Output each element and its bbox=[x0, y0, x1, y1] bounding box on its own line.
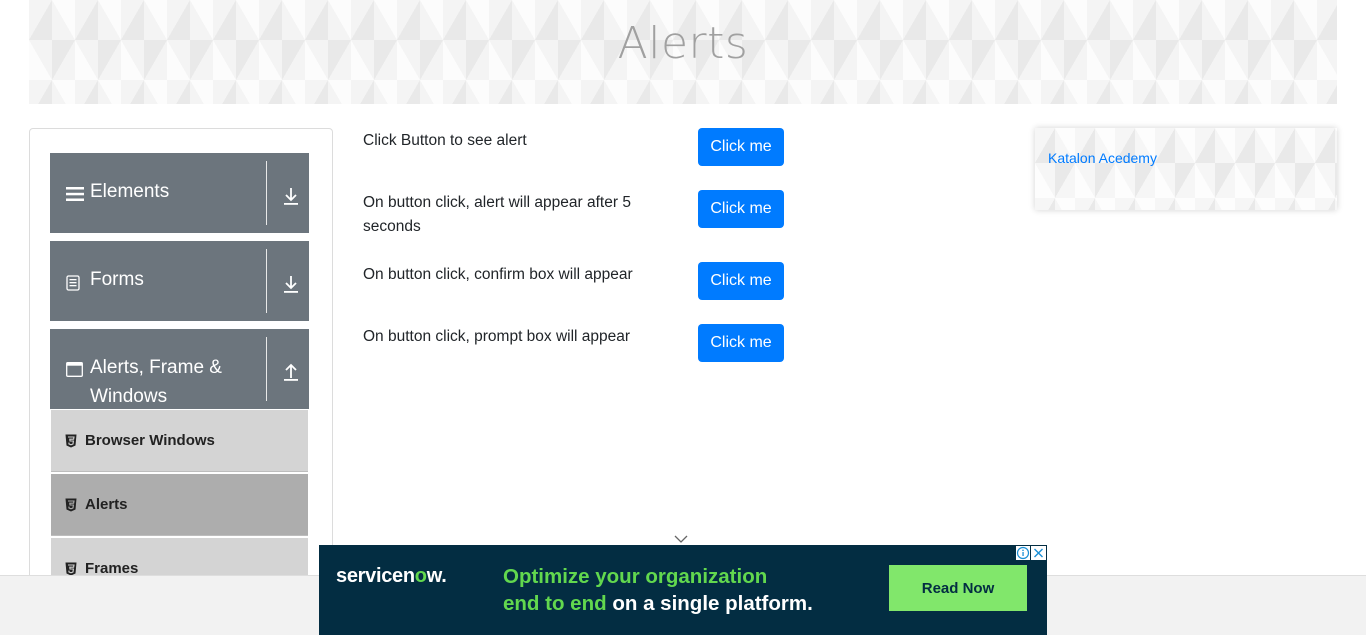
html5-icon bbox=[65, 562, 77, 576]
sidebar-group-alerts-frame-windows[interactable]: Alerts, Frame & Windows bbox=[50, 329, 309, 409]
ad-headline-line1: Optimize your organization bbox=[503, 565, 768, 588]
sidebar-item-label: Alerts bbox=[85, 496, 128, 513]
alert-button[interactable]: Click me bbox=[698, 128, 784, 166]
ad-headline-line2: end to end on a single platform. bbox=[503, 592, 813, 615]
html5-icon bbox=[65, 434, 77, 448]
sidebar-group-label-line2: Windows bbox=[90, 386, 168, 407]
hamburger-icon bbox=[66, 186, 84, 207]
divider bbox=[266, 249, 267, 313]
sidebar-group-forms[interactable]: Forms bbox=[50, 241, 309, 321]
sidebar-item-label: Browser Windows bbox=[85, 432, 215, 449]
window-icon bbox=[66, 362, 83, 382]
katalon-academy-link[interactable]: Katalon Acedemy bbox=[1048, 150, 1157, 166]
servicenow-logo: servicenow. bbox=[336, 565, 447, 587]
timer-alert-row-text: On button click, alert will appear after… bbox=[363, 194, 631, 235]
sidebar-group-label: Forms bbox=[90, 269, 144, 290]
right-ad-card: Katalon Acedemy bbox=[1035, 128, 1337, 210]
sidebar: Elements Forms Alerts, Frame & Windows B… bbox=[29, 128, 333, 588]
prompt-button[interactable]: Click me bbox=[698, 324, 784, 362]
ad-close-icon[interactable] bbox=[1031, 546, 1046, 560]
html5-icon bbox=[65, 498, 77, 512]
confirm-button[interactable]: Click me bbox=[698, 262, 784, 300]
document-icon bbox=[66, 275, 80, 296]
sidebar-item-alerts[interactable]: Alerts bbox=[51, 474, 308, 536]
ad-banner[interactable]: servicenow. Optimize your organization e… bbox=[319, 545, 1047, 635]
prompt-row-text: On button click, prompt box will appear bbox=[363, 328, 631, 345]
divider bbox=[266, 161, 267, 225]
download-arrow-icon bbox=[283, 186, 299, 206]
sidebar-group-elements[interactable]: Elements bbox=[50, 153, 309, 233]
page-banner: Alerts bbox=[29, 0, 1337, 104]
sidebar-item-browser-windows[interactable]: Browser Windows bbox=[51, 410, 308, 472]
alert-row-text: Click Button to see alert bbox=[363, 132, 527, 149]
download-arrow-icon bbox=[283, 274, 299, 294]
divider bbox=[266, 337, 267, 401]
ad-read-now-button[interactable]: Read Now bbox=[889, 565, 1027, 611]
confirm-row-text: On button click, confirm box will appear bbox=[363, 266, 633, 283]
timer-alert-button[interactable]: Click me bbox=[698, 190, 784, 228]
page-title: Alerts bbox=[617, 18, 749, 69]
page: Alerts Elements Forms Alerts, Frame & Wi… bbox=[0, 0, 1366, 635]
ad-info-icon[interactable] bbox=[1016, 546, 1030, 560]
sidebar-group-label: Alerts, Frame & bbox=[90, 357, 222, 378]
upload-arrow-icon bbox=[283, 362, 299, 382]
chevron-down-icon[interactable] bbox=[674, 531, 688, 543]
sidebar-group-label: Elements bbox=[90, 181, 170, 202]
